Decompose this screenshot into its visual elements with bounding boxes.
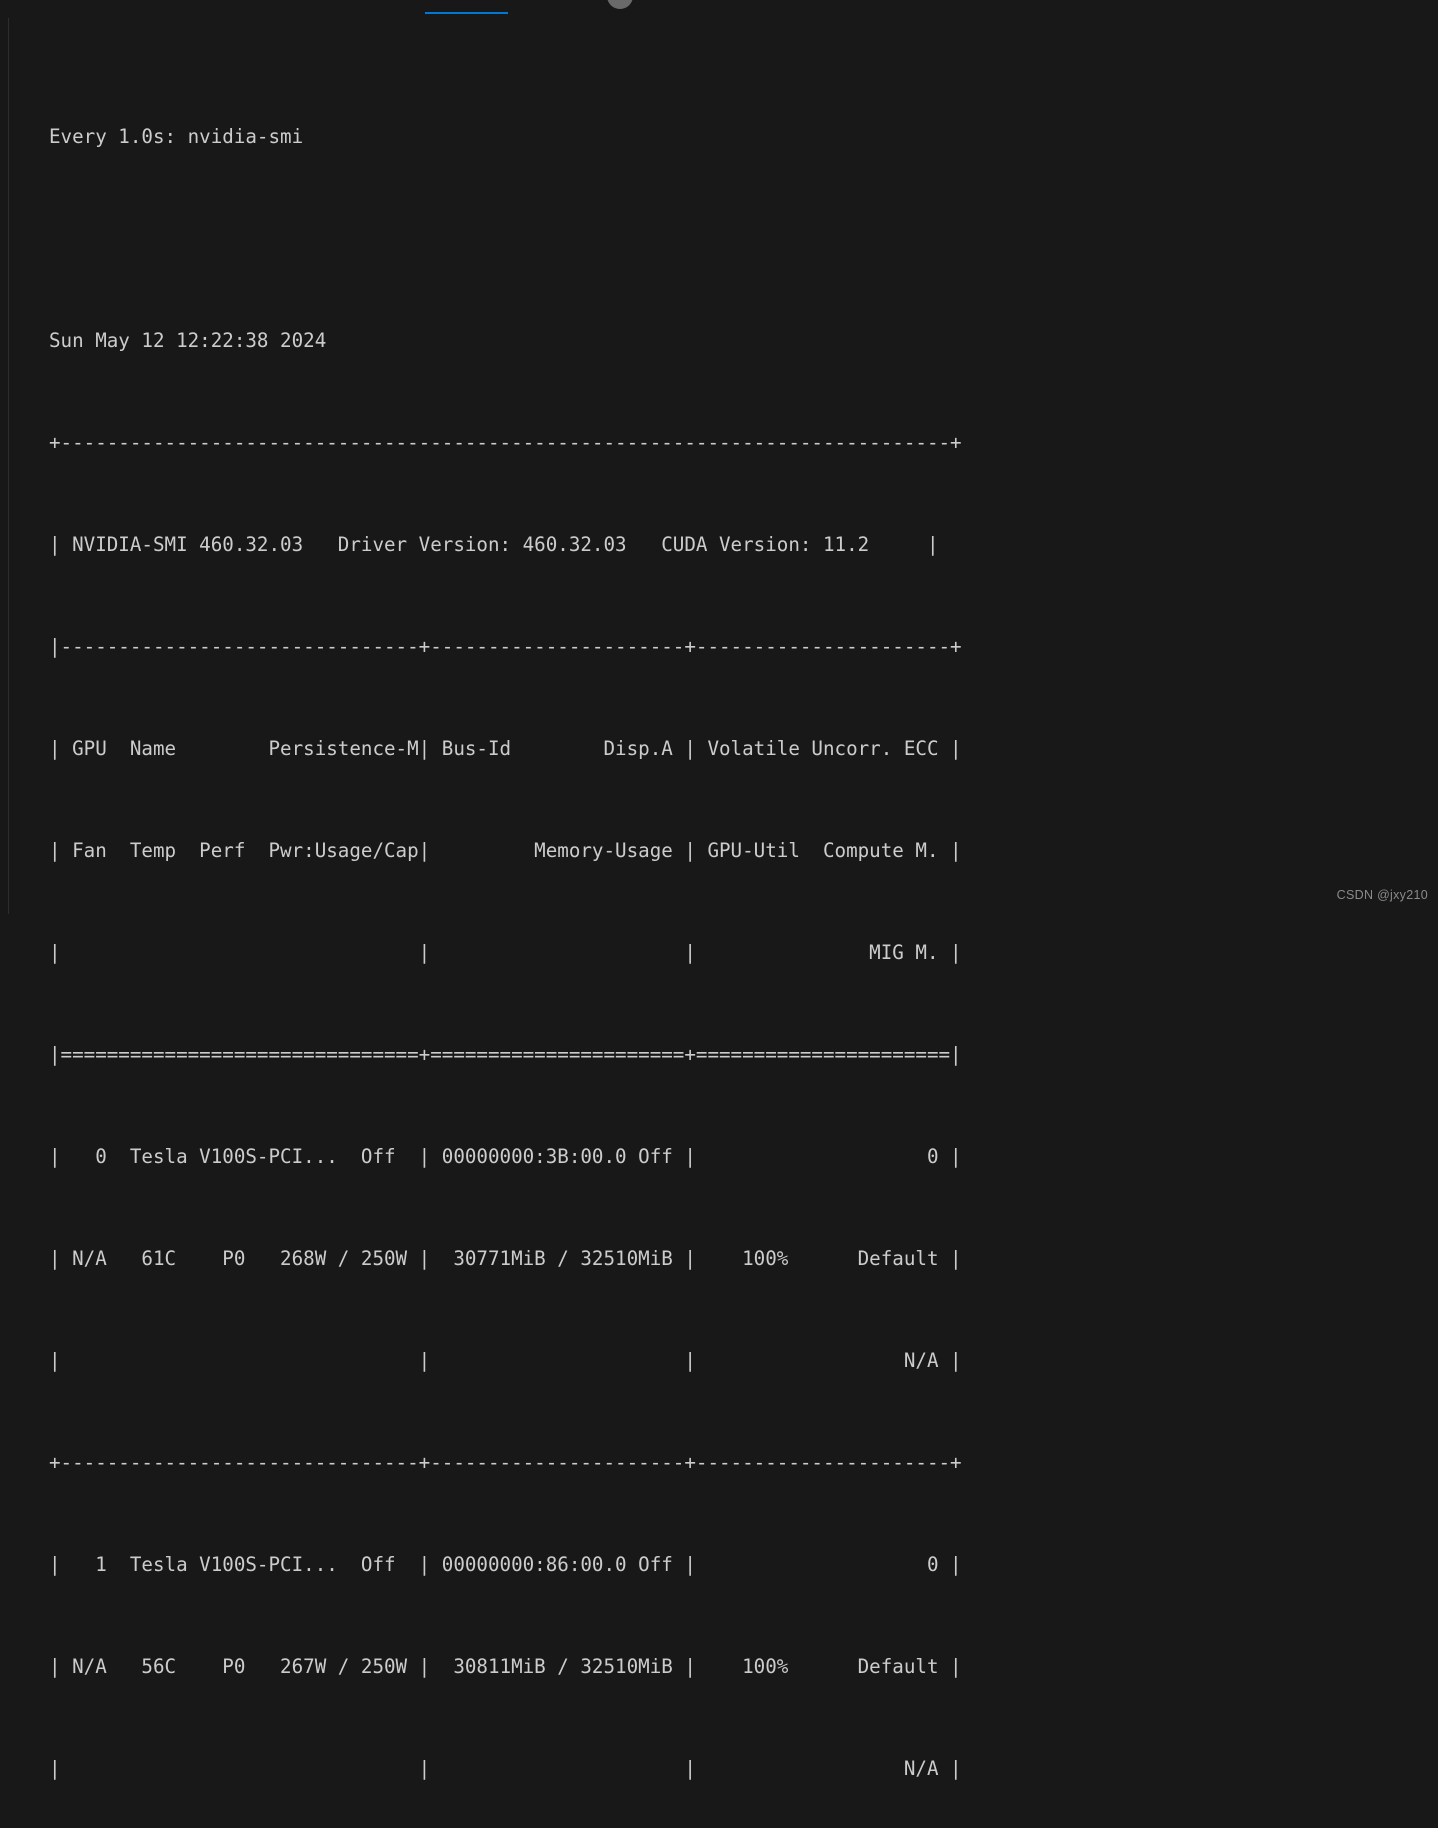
watermark: CSDN @jxy210 xyxy=(1336,888,1428,902)
terminal-line: Sun May 12 12:22:38 2024 xyxy=(49,329,327,352)
terminal-line: +---------------------------------------… xyxy=(49,431,962,454)
terminal-line: | 1 Tesla V100S-PCI... Off | 00000000:86… xyxy=(49,1553,962,1576)
panel-left-border xyxy=(8,0,9,914)
tab-output[interactable]: OUTPUT xyxy=(147,0,214,14)
tab-ports-label: PORTS xyxy=(542,0,598,4)
terminal-panel: PROBLEMS OUTPUT DEBUG CONSOLE TERMINAL P… xyxy=(0,0,1438,1780)
tab-debug-console[interactable]: DEBUG CONSOLE xyxy=(248,0,391,14)
terminal-line: | | | N/A | xyxy=(49,1757,962,1780)
tab-output-label: OUTPUT xyxy=(147,0,214,4)
tab-ports[interactable]: PORTS 1 xyxy=(542,0,633,18)
tab-problems[interactable]: PROBLEMS xyxy=(22,0,113,14)
tab-debug-console-label: DEBUG CONSOLE xyxy=(248,0,391,4)
terminal-line: | GPU Name Persistence-M| Bus-Id Disp.A … xyxy=(49,737,962,760)
tab-terminal[interactable]: TERMINAL xyxy=(425,0,509,14)
tab-problems-label: PROBLEMS xyxy=(22,0,113,4)
terminal-line: | 0 Tesla V100S-PCI... Off | 00000000:3B… xyxy=(49,1145,962,1168)
ports-count-badge: 1 xyxy=(606,0,633,9)
terminal-line: |===============================+=======… xyxy=(49,1043,962,1066)
terminal-output[interactable]: Every 1.0s: nvidia-smi Sun May 12 12:22:… xyxy=(49,52,1429,1828)
terminal-line: | | | MIG M. | xyxy=(49,941,962,964)
terminal-line: | NVIDIA-SMI 460.32.03 Driver Version: 4… xyxy=(49,533,939,556)
terminal-line: |-------------------------------+-------… xyxy=(49,635,962,658)
terminal-line: | N/A 56C P0 267W / 250W | 30811MiB / 32… xyxy=(49,1655,962,1678)
tab-terminal-label: TERMINAL xyxy=(425,0,508,4)
terminal-line: | | | N/A | xyxy=(49,1349,962,1372)
terminal-line: +-------------------------------+-------… xyxy=(49,1451,962,1474)
panel-tab-bar: PROBLEMS OUTPUT DEBUG CONSOLE TERMINAL P… xyxy=(0,0,1438,18)
terminal-line: | N/A 61C P0 268W / 250W | 30771MiB / 32… xyxy=(49,1247,962,1270)
terminal-line: Every 1.0s: nvidia-smi xyxy=(49,125,304,148)
terminal-line: | Fan Temp Perf Pwr:Usage/Cap| Memory-Us… xyxy=(49,839,962,862)
